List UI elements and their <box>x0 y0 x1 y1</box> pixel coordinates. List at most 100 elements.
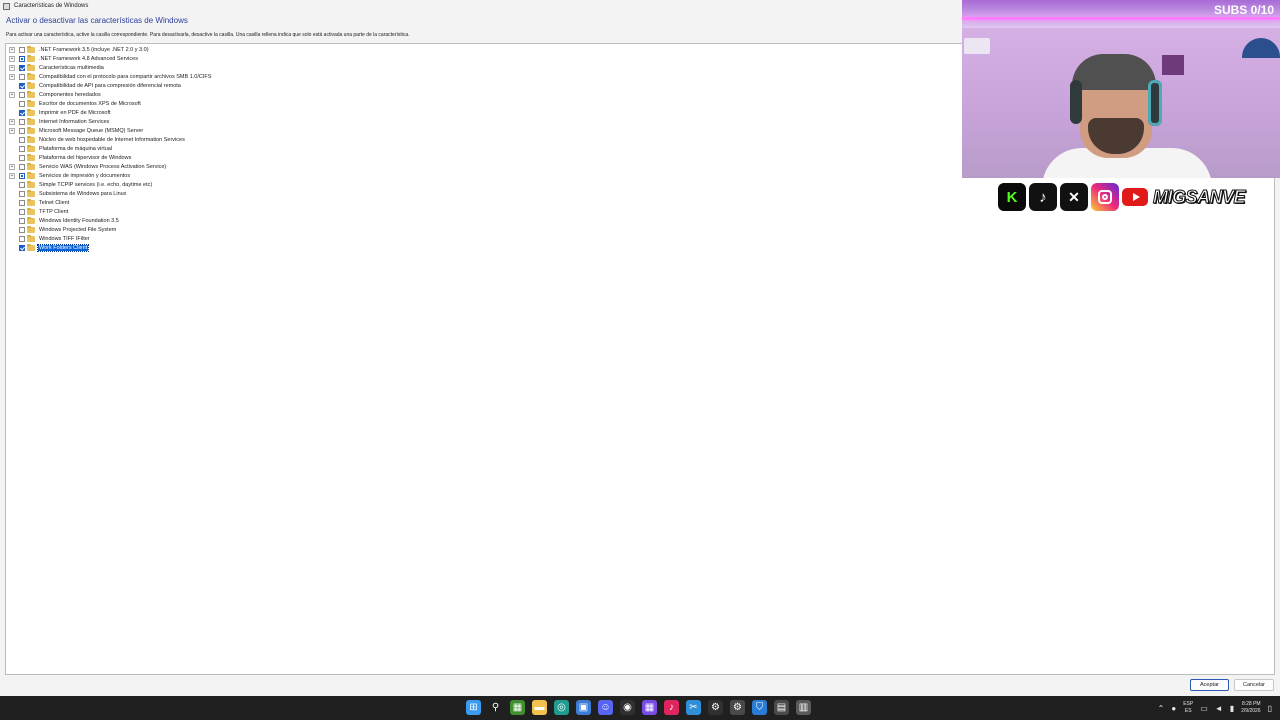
snipping-tool-icon[interactable]: ✂ <box>686 700 701 715</box>
feature-checkbox[interactable] <box>19 244 25 251</box>
feature-row[interactable]: Simple TCPIP services (i.e. echo, daytim… <box>6 180 153 189</box>
edge-icon[interactable]: ◎ <box>554 700 569 715</box>
expand-icon[interactable]: + <box>9 163 15 170</box>
settings-icon[interactable]: ⚙ <box>708 700 723 715</box>
feature-row[interactable]: Plataforma del hipervisor de Windows <box>6 153 132 162</box>
chevron-up-icon[interactable]: ⌃ <box>1158 704 1165 713</box>
feature-checkbox[interactable] <box>19 217 25 224</box>
feature-checkbox[interactable] <box>19 127 25 134</box>
expand-icon[interactable]: + <box>9 127 15 134</box>
feature-row[interactable]: Imprimir en PDF de Microsoft <box>6 108 112 117</box>
feature-row[interactable]: + .NET Framework 3.5 (incluye .NET 2.0 y … <box>6 45 150 54</box>
expand-icon[interactable]: + <box>9 91 15 98</box>
feature-label[interactable]: .NET Framework 4.8 Advanced Services <box>38 56 139 62</box>
grid-app-icon[interactable]: ▦ <box>642 700 657 715</box>
feature-label[interactable]: Windows Identity Foundation 3.5 <box>38 218 120 224</box>
feature-label[interactable]: Plataforma del hipervisor de Windows <box>38 155 132 161</box>
feature-row[interactable]: Windows TIFF IFilter <box>6 234 91 243</box>
feature-row[interactable]: Telnet Client <box>6 198 70 207</box>
feature-row[interactable]: Windows Identity Foundation 3.5 <box>6 216 120 225</box>
feature-checkbox[interactable] <box>19 226 25 233</box>
feature-row[interactable]: Núcleo de web hospedable de Internet Inf… <box>6 135 186 144</box>
feature-label[interactable]: Núcleo de web hospedable de Internet Inf… <box>38 137 186 143</box>
feature-row[interactable]: Plataforma de máquina virtual <box>6 144 113 153</box>
feature-row[interactable]: Subsistema de Windows para Linux <box>6 189 127 198</box>
feature-row[interactable]: Escritor de documentos XPS de Microsoft <box>6 99 142 108</box>
expand-icon[interactable]: + <box>9 64 15 71</box>
microphone-icon[interactable]: ● <box>1171 704 1176 713</box>
feature-checkbox[interactable] <box>19 82 25 89</box>
volume-icon[interactable]: ◄ <box>1215 704 1223 713</box>
feature-row[interactable]: Windows Projected File System <box>6 225 117 234</box>
feature-row[interactable]: Compatibilidad de API para compresión di… <box>6 81 182 90</box>
feature-label[interactable]: Internet Information Services <box>38 119 110 125</box>
feature-checkbox[interactable] <box>19 199 25 206</box>
feature-checkbox[interactable] <box>19 46 25 53</box>
feature-row[interactable]: + .NET Framework 4.8 Advanced Services <box>6 54 139 63</box>
notifications-icon[interactable]: ▯ <box>1268 704 1272 713</box>
battery-icon[interactable]: ▮ <box>1230 704 1234 713</box>
gear-icon[interactable]: ⚙ <box>730 700 745 715</box>
feature-checkbox[interactable] <box>19 73 25 80</box>
language-indicator[interactable]: ESP ES <box>1183 701 1193 715</box>
features-dialog-icon[interactable]: ▥ <box>796 700 811 715</box>
feature-checkbox[interactable] <box>19 136 25 143</box>
feature-checkbox[interactable] <box>19 55 25 62</box>
feature-checkbox[interactable] <box>19 145 25 152</box>
windows-start-icon[interactable]: ⊞ <box>466 700 481 715</box>
feature-row[interactable]: + Componentes heredados <box>6 90 102 99</box>
feature-checkbox[interactable] <box>19 154 25 161</box>
feature-row[interactable]: Work Folders Client <box>6 243 90 252</box>
feature-label[interactable]: Servicios de impresión y documentos <box>38 173 131 179</box>
feature-checkbox[interactable] <box>19 181 25 188</box>
feature-label[interactable]: Compatibilidad con el protocolo para com… <box>38 74 212 80</box>
feature-label[interactable]: Imprimir en PDF de Microsoft <box>38 110 112 116</box>
expand-icon[interactable]: + <box>9 172 15 179</box>
tiktok-app-icon[interactable]: ♪ <box>664 700 679 715</box>
feature-label[interactable]: Windows TIFF IFilter <box>38 236 91 242</box>
expand-icon[interactable]: + <box>9 73 15 80</box>
feature-row[interactable]: + Compatibilidad con el protocolo para co… <box>6 72 212 81</box>
network-icon[interactable]: ▭ <box>1200 704 1208 713</box>
discord-icon[interactable]: ☺ <box>598 700 613 715</box>
feature-checkbox[interactable] <box>19 118 25 125</box>
feature-label[interactable]: Escritor de documentos XPS de Microsoft <box>38 101 142 107</box>
feature-label[interactable]: Simple TCPIP services (i.e. echo, daytim… <box>38 182 153 188</box>
feature-checkbox[interactable] <box>19 172 25 179</box>
feature-checkbox[interactable] <box>19 235 25 242</box>
feature-label[interactable]: Work Folders Client <box>36 243 90 252</box>
search-icon[interactable]: ⚲ <box>488 700 503 715</box>
feature-label[interactable]: .NET Framework 3.5 (incluye .NET 2.0 y 3… <box>38 47 150 53</box>
feature-label[interactable]: Componentes heredados <box>38 92 102 98</box>
feature-label[interactable]: Subsistema de Windows para Linux <box>38 191 127 197</box>
cancel-button[interactable]: Cancelar <box>1234 679 1274 691</box>
feature-row[interactable]: + Servicios de impresión y documentos <box>6 171 131 180</box>
obs-icon[interactable]: ◉ <box>620 700 635 715</box>
feature-checkbox[interactable] <box>19 208 25 215</box>
feature-checkbox[interactable] <box>19 64 25 71</box>
feature-row[interactable]: + Internet Information Services <box>6 117 110 126</box>
feature-label[interactable]: TFTP Client <box>38 209 69 215</box>
feature-label[interactable]: Plataforma de máquina virtual <box>38 146 113 152</box>
file-explorer-icon[interactable]: ▬ <box>532 700 547 715</box>
feature-label[interactable]: Características multimedia <box>38 65 105 71</box>
feature-label[interactable]: Servicio WAS (Windows Process Activation… <box>38 164 167 170</box>
feature-checkbox[interactable] <box>19 163 25 170</box>
expand-icon[interactable]: + <box>9 55 15 62</box>
feature-checkbox[interactable] <box>19 190 25 197</box>
feature-checkbox[interactable] <box>19 100 25 107</box>
feature-checkbox[interactable] <box>19 109 25 116</box>
ok-button[interactable]: Aceptar <box>1190 679 1229 691</box>
store-icon[interactable]: ▣ <box>576 700 591 715</box>
feature-checkbox[interactable] <box>19 91 25 98</box>
feature-row[interactable]: + Características multimedia <box>6 63 105 72</box>
feature-label[interactable]: Compatibilidad de API para compresión di… <box>38 83 182 89</box>
feature-row[interactable]: + Microsoft Message Queue (MSMQ) Server <box>6 126 144 135</box>
expand-icon[interactable]: + <box>9 46 15 53</box>
control-panel-icon[interactable]: ▤ <box>774 700 789 715</box>
expand-icon[interactable]: + <box>9 118 15 125</box>
feature-row[interactable]: + Servicio WAS (Windows Process Activatio… <box>6 162 167 171</box>
feature-row[interactable]: TFTP Client <box>6 207 69 216</box>
defender-icon[interactable]: ⛉ <box>752 700 767 715</box>
minecraft-icon[interactable]: ▦ <box>510 700 525 715</box>
